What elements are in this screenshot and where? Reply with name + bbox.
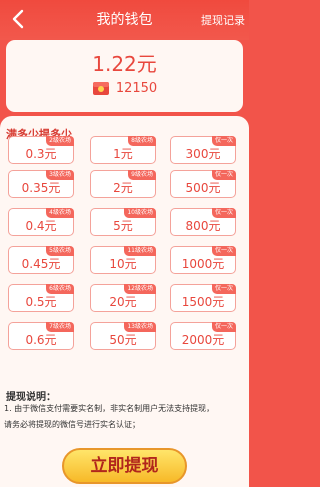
- withdraw-option-tile[interactable]: 13级农场 50元: [90, 322, 156, 350]
- tile-amount: 0.45元: [21, 257, 61, 271]
- balance-card: 1.22元 12150: [6, 40, 243, 112]
- header-bar: 我的钱包 提现记录: [0, 0, 249, 40]
- tile-amount: 0.4元: [25, 219, 57, 233]
- tile-amount: 0.35元: [21, 181, 61, 195]
- withdraw-option-tile[interactable]: 仅一次 500元: [170, 170, 236, 198]
- tile-amount: 0.3元: [25, 147, 57, 161]
- withdraw-option-tile[interactable]: 仅一次 2000元: [170, 322, 236, 350]
- notes-title: 提现说明：: [6, 392, 56, 403]
- withdraw-option-tile[interactable]: 9级农场 2元: [90, 170, 156, 198]
- withdraw-option-tile[interactable]: 2级农场 0.3元: [8, 136, 74, 164]
- note-line: 1. 由于微信支付需要实名制，非实名制用户无法支持提现，: [4, 404, 215, 413]
- tile-amount: 50元: [109, 333, 137, 347]
- withdraw-option-tile[interactable]: 仅一次 1500元: [170, 284, 236, 312]
- withdraw-option-tile[interactable]: 仅一次 300元: [170, 136, 236, 164]
- tile-amount: 5元: [113, 219, 133, 233]
- withdraw-option-tile[interactable]: 7级农场 0.6元: [8, 322, 74, 350]
- withdraw-option-tile[interactable]: 6级农场 0.5元: [8, 284, 74, 312]
- tile-amount: 1元: [113, 147, 133, 161]
- tile-amount: 2000元: [181, 333, 225, 347]
- tile-amount: 10元: [109, 257, 137, 271]
- withdraw-option-tile[interactable]: 仅一次 1000元: [170, 246, 236, 274]
- tile-amount: 800元: [185, 219, 221, 233]
- coin-balance: 12150: [6, 80, 243, 96]
- tile-amount: 0.6元: [25, 333, 57, 347]
- tile-amount: 20元: [109, 295, 137, 309]
- tile-amount: 1500元: [181, 295, 225, 309]
- withdraw-now-button[interactable]: 立即提现: [62, 448, 187, 484]
- tile-amount: 500元: [185, 181, 221, 195]
- withdraw-option-tile[interactable]: 11级农场 10元: [90, 246, 156, 274]
- coin-count: 12150: [115, 80, 158, 96]
- withdraw-panel: 满多少提多少 2级农场 0.3元 3级农场 0.35元 4级农场 0.4元 5级农场 0.45…: [0, 116, 249, 487]
- balance-amount: 1.22元: [92, 52, 157, 76]
- tile-amount: 300元: [185, 147, 221, 161]
- tile-amount: 0.5元: [25, 295, 57, 309]
- withdraw-history-link[interactable]: 提现记录: [201, 12, 245, 28]
- withdraw-option-tile[interactable]: 3级农场 0.35元: [8, 170, 74, 198]
- withdraw-option-tile[interactable]: 12级农场 20元: [90, 284, 156, 312]
- tile-amount: 2元: [113, 181, 133, 195]
- withdraw-option-tile[interactable]: 仅一次 800元: [170, 208, 236, 236]
- withdraw-option-tile[interactable]: 10级农场 5元: [90, 208, 156, 236]
- tile-amount: 1000元: [181, 257, 225, 271]
- withdraw-option-tile[interactable]: 8级农场 1元: [90, 136, 156, 164]
- red-wallet-icon: [92, 82, 109, 95]
- withdraw-option-tile[interactable]: 5级农场 0.45元: [8, 246, 74, 274]
- note-line: 请务必将提现的微信号进行实名认证；: [4, 420, 140, 429]
- withdraw-option-tile[interactable]: 4级农场 0.4元: [8, 208, 74, 236]
